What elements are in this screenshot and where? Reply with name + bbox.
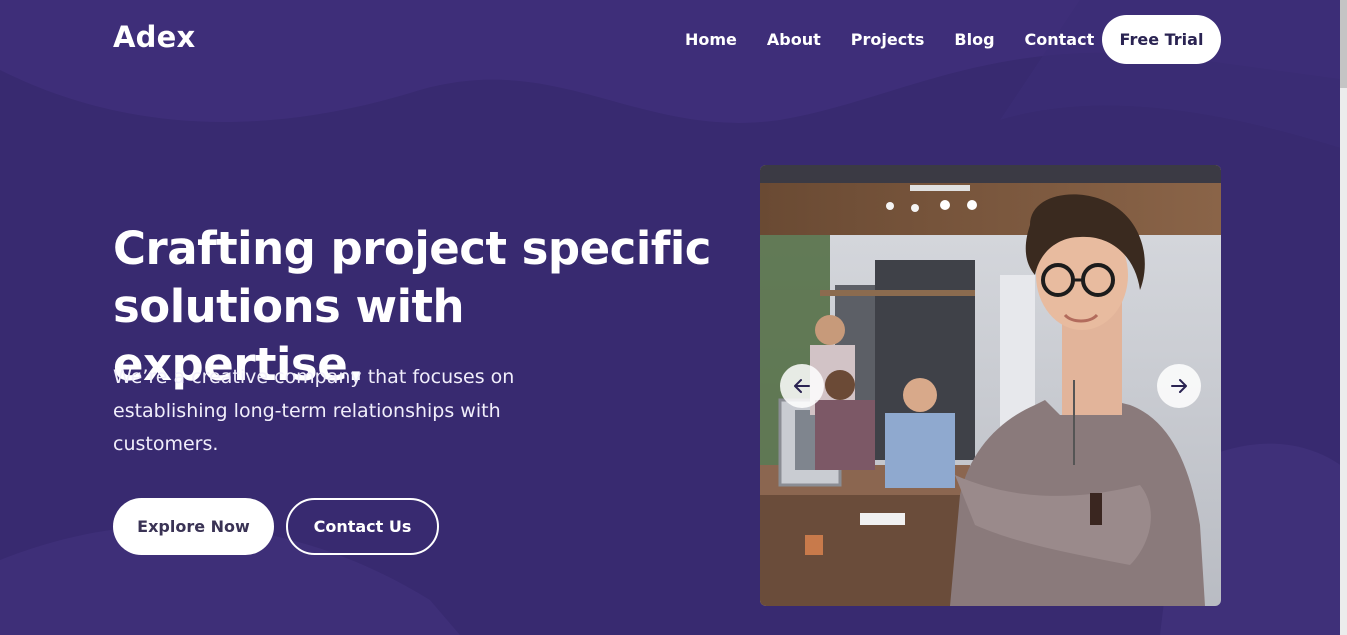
- nav-item-projects[interactable]: Projects: [851, 29, 925, 51]
- site-header: Adex Home About Projects Blog Contact Fr…: [0, 0, 1340, 80]
- main-nav: Home About Projects Blog Contact: [685, 29, 1124, 51]
- explore-now-button[interactable]: Explore Now: [113, 498, 274, 555]
- headline-line-1: Crafting project specific: [113, 222, 711, 275]
- nav-item-contact[interactable]: Contact: [1025, 29, 1095, 51]
- slider-prev-button[interactable]: [780, 364, 824, 408]
- nav-item-home[interactable]: Home: [685, 29, 737, 51]
- arrow-left-icon: [794, 379, 810, 393]
- hero-subtext: We’re a creative company that focuses on…: [113, 361, 543, 462]
- slider-next-button[interactable]: [1157, 364, 1201, 408]
- contact-us-button[interactable]: Contact Us: [286, 498, 439, 555]
- hero-section: Crafting project specific solutions with…: [0, 0, 1340, 635]
- arrow-right-icon: [1171, 379, 1187, 393]
- office-photo: [760, 165, 1221, 606]
- page-scrollbar[interactable]: [1340, 0, 1347, 635]
- nav-item-blog[interactable]: Blog: [954, 29, 994, 51]
- subtext-line-2: establishing long-term relationships wit…: [113, 399, 501, 422]
- scrollbar-thumb[interactable]: [1340, 0, 1347, 88]
- subtext-line-1: We’re a creative company that focuses on: [113, 366, 515, 388]
- nav-item-about[interactable]: About: [767, 29, 821, 51]
- hero-image-slider: [760, 165, 1221, 606]
- brand-logo[interactable]: Adex: [113, 20, 195, 54]
- subtext-line-3: customers.: [113, 433, 219, 455]
- free-trial-button[interactable]: Free Trial: [1102, 15, 1221, 64]
